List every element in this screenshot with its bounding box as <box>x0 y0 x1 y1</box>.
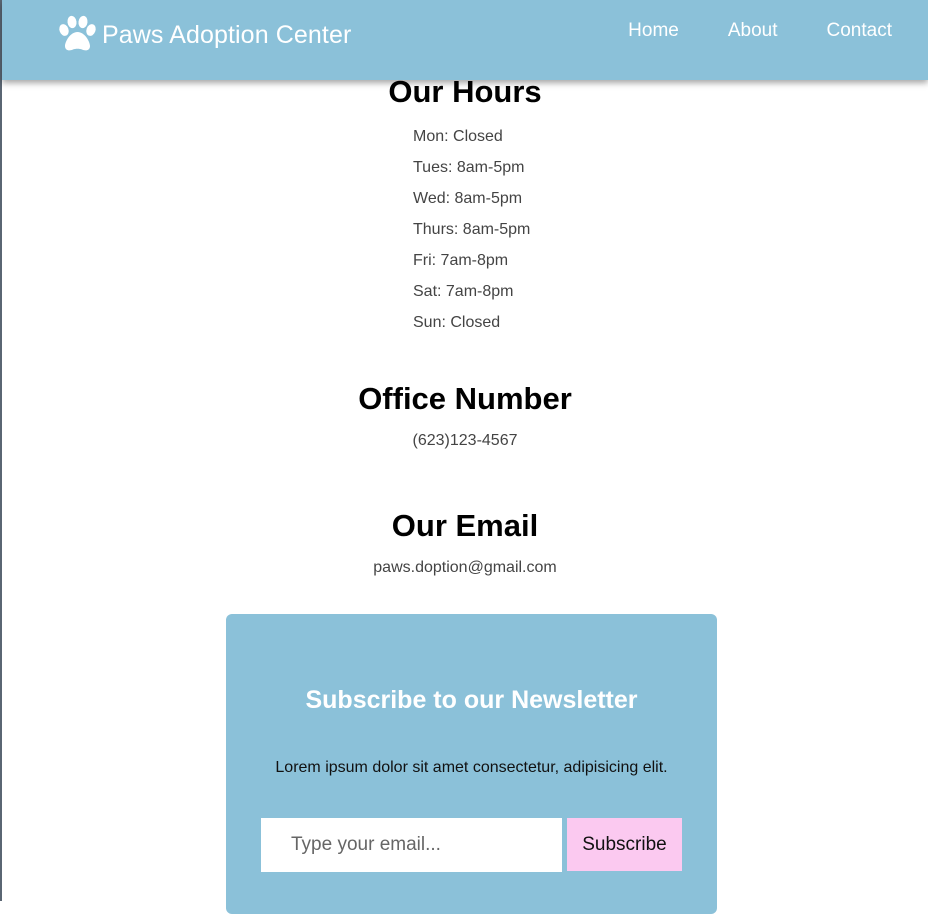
hours-item-fri: Fri: 7am-8pm <box>413 252 509 269</box>
subscribe-button[interactable]: Subscribe <box>567 818 682 871</box>
newsletter-email-input[interactable] <box>261 818 562 872</box>
brand-name: Paws Adoption Center <box>102 20 352 49</box>
window-edge <box>0 0 2 901</box>
newsletter-box: Subscribe to our Newsletter Lorem ipsum … <box>226 614 717 914</box>
nav-link-home[interactable]: Home <box>628 20 679 42</box>
hours-item-thurs: Thurs: 8am-5pm <box>413 221 531 238</box>
office-phone: (623)123-4567 <box>412 432 518 449</box>
hours-list: Mon: Closed Tues: 8am-5pm Wed: 8am-5pm T… <box>413 126 530 343</box>
main-nav: Home About Contact <box>579 20 892 42</box>
hours-item-tues: Tues: 8am-5pm <box>413 159 525 176</box>
hours-item-sun: Sun: Closed <box>413 314 501 331</box>
hours-item-wed: Wed: 8am-5pm <box>413 190 523 207</box>
paw-icon <box>59 15 96 51</box>
newsletter-title: Subscribe to our Newsletter <box>305 686 638 714</box>
office-title: Office Number <box>358 381 572 416</box>
navbar: Paws Adoption Center Home About Contact <box>2 0 928 80</box>
email-title: Our Email <box>391 508 539 543</box>
nav-link-contact[interactable]: Contact <box>827 20 892 42</box>
brand[interactable]: Paws Adoption Center <box>56 12 351 58</box>
contact-email: paws.doption@gmail.com <box>373 559 557 576</box>
hours-item-sat: Sat: 7am-8pm <box>413 283 514 300</box>
newsletter-text: Lorem ipsum dolor sit amet consectetur, … <box>275 759 668 776</box>
nav-link-about[interactable]: About <box>728 20 778 42</box>
hours-item-mon: Mon: Closed <box>413 128 503 145</box>
